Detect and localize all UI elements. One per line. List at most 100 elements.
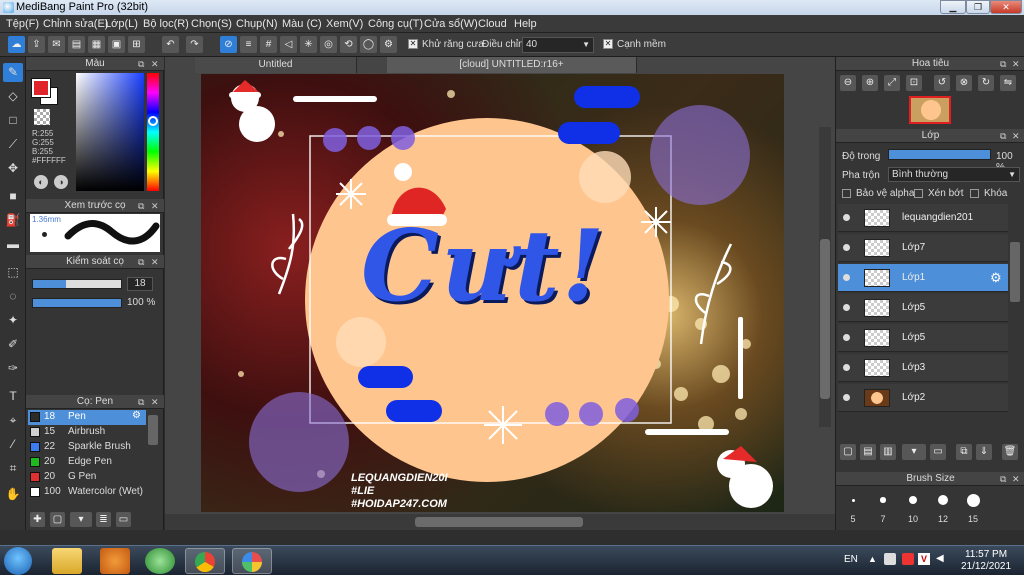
popout-icon[interactable]: ⧉ xyxy=(138,199,144,213)
layer-row[interactable]: Lớp5 xyxy=(838,294,1008,322)
navigator-thumbnail[interactable] xyxy=(909,96,951,124)
brush-menu-icon[interactable]: ▾ xyxy=(70,512,92,527)
menu-file[interactable]: Tệp(F) xyxy=(6,18,39,30)
select-eraser-icon[interactable]: ✑ xyxy=(3,359,23,378)
visibility-eye-icon[interactable] xyxy=(843,364,850,371)
menu-edit[interactable]: Chỉnh sửa(E) xyxy=(43,18,108,30)
popout-icon[interactable]: ⧉ xyxy=(138,395,144,409)
snap-ellipse-icon[interactable]: ◯ xyxy=(360,36,377,53)
menu-window[interactable]: Cửa sổ(W) xyxy=(424,18,478,30)
actual-size-icon[interactable]: ⊡ xyxy=(906,75,922,91)
doc-icon[interactable]: ▦ xyxy=(88,36,105,53)
magic-wand-icon[interactable]: ✦ xyxy=(3,311,23,330)
tray-arrow-icon[interactable]: ▲ xyxy=(868,554,877,564)
redo-icon[interactable]: ↷ xyxy=(186,36,203,53)
close-icon[interactable]: ✕ xyxy=(1012,57,1020,71)
hue-handle[interactable] xyxy=(148,116,158,126)
palette-icon[interactable]: ◐ xyxy=(34,175,48,189)
brush-list-item[interactable]: 22 Sparkle Brush xyxy=(28,440,146,455)
move-tool-icon[interactable]: ✥ xyxy=(3,159,23,178)
layer-list-scrollbar[interactable] xyxy=(1010,242,1020,302)
snap-circle-icon[interactable]: ◎ xyxy=(320,36,337,53)
delete-layer-icon[interactable]: 🗑 xyxy=(1002,444,1018,460)
layer-row[interactable]: Lớp5 xyxy=(838,324,1008,352)
menu-layer[interactable]: Lớp(L) xyxy=(105,18,138,30)
app-icon-green[interactable] xyxy=(145,548,175,574)
vertical-scroll-thumb[interactable] xyxy=(820,239,830,399)
snap-radial-icon[interactable]: ✳ xyxy=(300,36,317,53)
new-layer-icon[interactable]: ▢ xyxy=(840,444,856,460)
volume-icon[interactable]: ◀ xyxy=(936,553,944,564)
brush-settings-icon[interactable]: ≣ xyxy=(96,512,111,527)
select-pen-icon[interactable]: ✐ xyxy=(3,335,23,354)
gradient-tool-icon[interactable]: ▬ xyxy=(3,235,23,254)
layer-menu-icon[interactable]: ▾ xyxy=(902,444,926,460)
minimize-button[interactable]: ▁ xyxy=(940,0,966,14)
tab-cloud-untitled[interactable]: [cloud] UNTITLED:r16+ xyxy=(387,57,637,73)
popout-icon[interactable]: ⧉ xyxy=(1000,57,1006,71)
layer-row[interactable]: Lớp1 ⚙ xyxy=(838,264,1008,292)
media-player-icon[interactable] xyxy=(100,548,130,574)
bucket-tool-icon[interactable]: ⛽ xyxy=(3,211,23,230)
menu-view[interactable]: Xem(V) xyxy=(326,18,363,30)
brush-list-item[interactable]: 20 G Pen xyxy=(28,470,146,485)
brush-size-option[interactable]: 15 xyxy=(958,488,988,528)
brush-size-option[interactable]: 7 xyxy=(868,488,898,528)
visibility-eye-icon[interactable] xyxy=(843,394,850,401)
horizontal-scrollbar[interactable] xyxy=(165,514,835,530)
zoom-in-icon[interactable]: ⊕ xyxy=(862,75,878,91)
lasso-icon[interactable]: ◌ xyxy=(3,287,23,306)
rectangle-tool-icon[interactable]: □ xyxy=(3,111,23,130)
hand-tool-icon[interactable]: ✋ xyxy=(3,485,23,504)
settings-icon[interactable]: ⚙ xyxy=(380,36,397,53)
snap-parallel-icon[interactable]: ≡ xyxy=(240,36,257,53)
brush-size-option[interactable]: 10 xyxy=(898,488,928,528)
menu-tools[interactable]: Công cụ(T) xyxy=(368,18,423,30)
brush-list-item[interactable]: 15 Airbrush xyxy=(28,425,146,440)
layer-row[interactable]: lequangdien201 xyxy=(838,204,1008,232)
dot-tool-icon[interactable]: ⟋ xyxy=(3,135,23,154)
visibility-eye-icon[interactable] xyxy=(843,334,850,341)
brush-size-option[interactable]: 5 xyxy=(838,488,868,528)
duplicate-layer-icon[interactable]: ⧉ xyxy=(956,444,972,460)
folder-icon[interactable]: ▭ xyxy=(116,512,131,527)
transform-icon[interactable]: ⌗ xyxy=(3,459,23,478)
visibility-eye-icon[interactable] xyxy=(843,274,850,281)
eraser-tool-icon[interactable]: ◇ xyxy=(3,87,23,106)
close-icon[interactable]: ✕ xyxy=(1012,472,1020,486)
close-icon[interactable]: ✕ xyxy=(151,57,159,71)
eyedropper-icon[interactable]: ⁄ xyxy=(3,435,23,454)
start-button[interactable] xyxy=(4,547,32,575)
merge-layer-icon[interactable]: ⇓ xyxy=(976,444,992,460)
close-icon[interactable]: ✕ xyxy=(151,395,159,409)
brush-opacity-slider[interactable] xyxy=(32,298,122,308)
popout-icon[interactable]: ⧉ xyxy=(1000,129,1006,143)
menu-help[interactable]: Help xyxy=(514,18,537,30)
popout-icon[interactable]: ⧉ xyxy=(1000,472,1006,486)
snap-curve-icon[interactable]: ⟲ xyxy=(340,36,357,53)
rotate-right-icon[interactable]: ↻ xyxy=(978,75,994,91)
popout-icon[interactable]: ⧉ xyxy=(138,255,144,269)
lock-checkbox[interactable] xyxy=(970,189,979,198)
zoom-out-icon[interactable]: ⊖ xyxy=(840,75,856,91)
close-icon[interactable]: ✕ xyxy=(1012,129,1020,143)
share-icon[interactable]: ⇪ xyxy=(28,36,45,53)
brush-list-item[interactable]: 100 Watercolor (Wet) xyxy=(28,485,146,500)
color-wheel-icon[interactable]: ◑ xyxy=(54,175,68,189)
snap-soft-checkbox[interactable]: ✕ xyxy=(603,39,613,49)
brush-tool-icon[interactable]: ✎ xyxy=(3,63,23,82)
visibility-eye-icon[interactable] xyxy=(843,304,850,311)
menu-cloud[interactable]: Cloud xyxy=(478,18,507,30)
visibility-eye-icon[interactable] xyxy=(843,214,850,221)
chrome-icon[interactable] xyxy=(185,548,225,574)
menu-filter[interactable]: Bộ lọc(R) xyxy=(143,18,189,30)
comment-icon[interactable]: ✉ xyxy=(48,36,65,53)
layer-settings-icon[interactable]: ⚙ xyxy=(990,270,1002,286)
divide-tool-icon[interactable]: ⌖ xyxy=(3,411,23,430)
file-explorer-icon[interactable] xyxy=(52,548,82,574)
maximize-button[interactable]: ❐ xyxy=(966,0,990,14)
close-button[interactable]: ✕ xyxy=(990,0,1022,14)
cloud-icon[interactable]: ☁ xyxy=(8,36,25,53)
vertical-scrollbar[interactable] xyxy=(819,127,831,427)
layer-opacity-slider[interactable] xyxy=(888,149,991,160)
